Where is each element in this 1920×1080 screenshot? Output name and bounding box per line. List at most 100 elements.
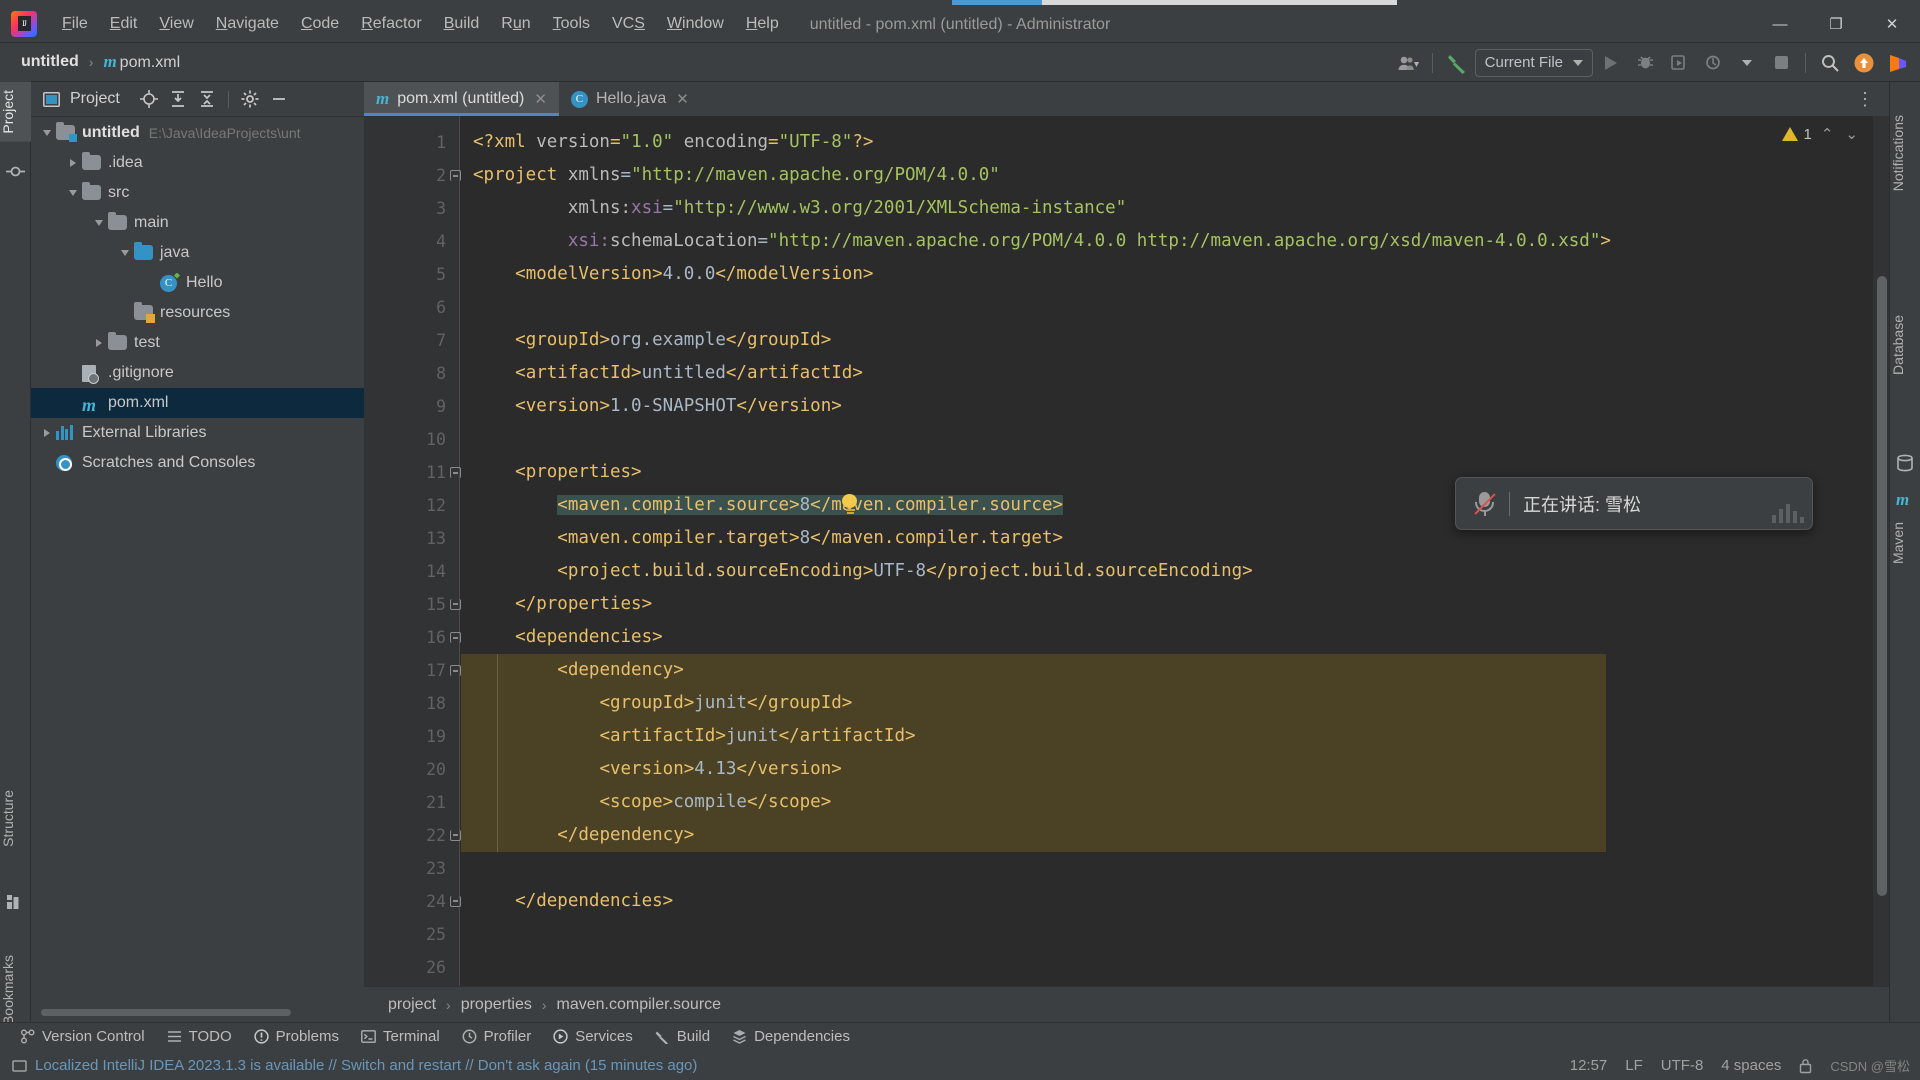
tree-node-idea[interactable]: .idea [31,148,364,178]
chevron-right-icon[interactable] [91,336,106,351]
menu-item-file[interactable]: File [51,12,99,36]
menu-item-view[interactable]: View [148,12,204,36]
menu-item-vcs[interactable]: VCS [601,12,656,36]
event-log-icon[interactable] [12,1058,27,1073]
code-fold-toggle[interactable] [450,170,461,181]
code-line[interactable]: <artifactId>untitled</artifactId> [461,357,1889,390]
project-tree[interactable]: untitled E:\Java\IdeaProjects\unt .idea src… [31,118,364,1000]
code-line[interactable]: xmlns:xsi="http://www.w3.org/2001/XMLSch… [461,192,1889,225]
microphone-muted-icon[interactable] [1473,490,1496,518]
sidebar-tab-maven[interactable]: Maven [1890,514,1920,572]
tool-window-problems[interactable]: Problems [253,1028,339,1045]
editor-options-kebab-icon[interactable]: ⋮ [1850,89,1881,110]
editor-fold-gutter[interactable] [446,116,460,986]
close-icon[interactable]: ✕ [676,90,689,108]
code-content[interactable]: <?xml version="1.0" encoding="UTF-8"?> <p… [461,116,1889,986]
code-editor[interactable]: 1 2 3 4 5 6 7 8 9 10 11 12 13 14 15 16 17 18 19 20 21 22 23 24 2… [364,116,1889,986]
code-line[interactable] [461,423,1889,456]
maximize-button[interactable]: ❐ [1808,5,1864,43]
editor-gutter[interactable]: 1 2 3 4 5 6 7 8 9 10 11 12 13 14 15 16 17 18 19 20 21 22 23 24 2… [364,116,446,986]
structure-icon[interactable] [6,892,25,911]
locate-icon[interactable] [139,89,159,109]
expand-all-icon[interactable] [168,89,188,109]
code-breadcrumb-source[interactable]: maven.compiler.source [551,994,728,1016]
code-line[interactable]: </dependency> [461,819,1889,852]
code-line[interactable]: </dependencies> [461,885,1889,918]
menu-item-edit[interactable]: Edit [99,12,149,36]
tool-window-todo[interactable]: TODO [167,1028,232,1045]
code-line[interactable]: </properties> [461,588,1889,621]
code-line[interactable]: <project xmlns="http://maven.apache.org/… [461,159,1889,192]
run-with-coverage-icon[interactable] [1663,48,1695,78]
menu-item-tools[interactable]: Tools [542,12,601,36]
menu-item-window[interactable]: Window [656,12,735,36]
code-fold-toggle[interactable] [450,665,461,676]
tree-node-test[interactable]: test [31,328,364,358]
sidebar-tab-project[interactable]: Project [0,82,31,142]
code-breadcrumb-properties[interactable]: properties [455,994,538,1016]
sidebar-tab-structure[interactable]: Structure [0,782,31,855]
tree-node-hello[interactable]: C Hello [31,268,364,298]
chevron-down-icon[interactable] [117,246,132,261]
status-indent[interactable]: 4 spaces [1721,1057,1781,1074]
tree-node-external-libraries[interactable]: External Libraries [31,418,364,448]
sidebar-tab-database[interactable]: Database [1890,307,1920,383]
tree-node-src[interactable]: src [31,178,364,208]
minimize-button[interactable]: — [1752,5,1808,43]
close-icon[interactable]: ✕ [534,90,547,108]
code-fold-toggle[interactable] [450,599,461,610]
updates-icon[interactable] [1848,48,1880,78]
breadcrumb-project[interactable]: untitled [16,51,84,73]
status-message[interactable]: Localized IntelliJ IDEA 2023.1.3 is avai… [35,1057,697,1074]
hide-panel-icon[interactable] [269,89,289,109]
chevron-down-icon[interactable] [65,186,80,201]
status-encoding[interactable]: UTF-8 [1661,1057,1704,1074]
code-fold-toggle[interactable] [450,632,461,643]
code-line[interactable]: <scope>compile</scope> [461,786,1889,819]
tool-window-profiler[interactable]: Profiler [462,1028,531,1045]
menu-item-refactor[interactable]: Refactor [350,12,432,36]
chevron-down-icon[interactable] [39,126,54,141]
menu-item-help[interactable]: Help [735,12,790,36]
commit-icon[interactable] [6,162,25,181]
debug-icon[interactable] [1629,48,1661,78]
code-line[interactable]: <version>4.13</version> [461,753,1889,786]
inspection-status[interactable]: 1 ⌃ ⌄ [1781,125,1862,143]
code-line[interactable]: <project.build.sourceEncoding>UTF-8</pro… [461,555,1889,588]
lock-icon[interactable] [1799,1058,1812,1073]
menu-item-navigate[interactable]: Navigate [205,12,290,36]
tree-node-java[interactable]: java [31,238,364,268]
run-icon[interactable] [1595,48,1627,78]
menu-item-run[interactable]: Run [490,12,541,36]
code-line[interactable]: <groupId>junit</groupId> [461,687,1889,720]
code-line[interactable]: <artifactId>junit</artifactId> [461,720,1889,753]
editor-scrollbar[interactable] [1877,276,1887,896]
speech-notification-popup[interactable]: 正在讲话: 雪松 [1455,477,1813,530]
chevron-right-icon[interactable] [39,426,54,441]
tool-window-version-control[interactable]: Version Control [20,1028,145,1045]
chevron-down-icon[interactable] [91,216,106,231]
stop-icon[interactable] [1765,48,1797,78]
code-fold-toggle[interactable] [450,896,461,907]
intention-bulb-icon[interactable] [842,494,859,516]
plugin-icon[interactable] [1882,48,1914,78]
tree-node-scratches-and-consoles[interactable]: Scratches and Consoles [31,448,364,478]
code-fold-toggle[interactable] [450,830,461,841]
tool-window-services[interactable]: Services [553,1028,633,1045]
database-icon[interactable] [1896,454,1915,473]
code-line[interactable]: <dependencies> [461,621,1889,654]
profiler-icon[interactable] [1697,48,1729,78]
editor-tab-pom-xml[interactable]: m pom.xml (untitled) ✕ [364,82,559,116]
code-line[interactable]: <groupId>org.example</groupId> [461,324,1889,357]
tree-node-untitled[interactable]: untitled E:\Java\IdeaProjects\unt [31,118,364,148]
project-tree-hscrollbar[interactable] [41,1009,291,1016]
tree-node-pom-xml[interactable]: m pom.xml [31,388,364,418]
code-line[interactable] [461,918,1889,951]
code-line[interactable] [461,852,1889,885]
tree-node-gitignore[interactable]: .gitignore [31,358,364,388]
tree-node-resources[interactable]: resources [31,298,364,328]
menu-item-code[interactable]: Code [290,12,350,36]
sidebar-tab-bookmarks[interactable]: Bookmarks [0,947,31,1033]
chevron-right-icon[interactable] [65,156,80,171]
code-fold-toggle[interactable] [450,467,461,478]
